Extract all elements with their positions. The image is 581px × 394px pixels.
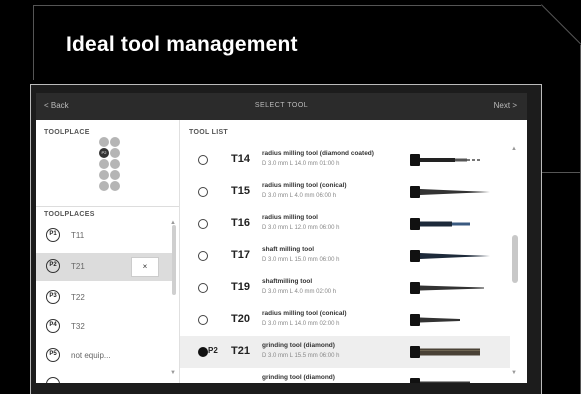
tool-image [410,250,490,262]
tool-radio[interactable] [198,219,208,229]
frame-line-left [33,5,34,80]
toolplace-badge: P4 [46,319,60,333]
toolplace-slot[interactable] [99,170,109,180]
toolplace-item[interactable]: P3 T22 [36,284,172,312]
screen-title: SELECT TOOL [254,102,309,109]
tool-name: grinding tool (diamond) [262,374,335,381]
toolplace-slot[interactable] [99,159,109,169]
tool-dimensions: D 3.0 mm L 14.0 mm 01:00 h [262,161,340,167]
toolplace-slot[interactable] [110,181,120,191]
left-panel: TOOLPLACE P2 TOOLPLACES P1 T11 P2 T21 × … [36,120,180,383]
divider [36,206,179,207]
toolplace-item[interactable]: P1 T11 [36,222,172,250]
toolplace-badge: P1 [46,228,60,242]
tool-name: radius milling tool (diamond coated) [262,150,374,157]
toolplace-value: not equip... [71,351,111,360]
tool-row[interactable]: T15 radius milling tool (conical) D 3.0 … [180,176,510,208]
toolplace-value: T32 [71,322,85,331]
toolplace-item-selected[interactable]: P2 T21 × [36,253,172,281]
tool-list-scrollbar[interactable] [512,235,518,283]
toolplace-slot[interactable] [99,181,109,191]
tool-id: T17 [231,249,250,261]
toolplace-item[interactable] [36,371,172,383]
scroll-down-icon[interactable]: ▼ [511,370,517,376]
tool-name: radius milling tool (conical) [262,182,347,189]
scroll-down-icon[interactable]: ▼ [170,370,176,376]
frame-line-diagonal [541,4,581,45]
tool-name: shaftmilling tool [262,278,313,285]
toolplace-slot[interactable] [110,137,120,147]
tool-id: T14 [231,153,250,165]
toolplace-slot[interactable] [110,159,120,169]
tool-position: P2 [208,346,218,355]
tool-dimensions: D 3.0 mm L 4.0 mm 06:00 h [262,193,337,199]
tool-name: radius milling tool (conical) [262,310,347,317]
tool-image [410,314,460,326]
tool-dimensions: D 3.0 mm L 15.0 mm 06:00 h [262,257,340,263]
top-bar: < Back SELECT TOOL Next > [36,93,527,120]
tool-id: T20 [231,313,250,325]
toolplace-slot[interactable] [110,170,120,180]
tool-name: shaft milling tool [262,246,314,253]
tool-list-label: TOOL LIST [189,129,228,136]
tool-row[interactable]: T14 radius milling tool (diamond coated)… [180,144,510,176]
tool-radio[interactable] [198,251,208,261]
toolplace-slot-active[interactable]: P2 [99,148,109,158]
tool-image [410,186,490,198]
tool-id: T21 [231,345,250,357]
toolplace-value: T22 [71,293,85,302]
toolplace-badge: P2 [46,259,60,273]
next-button[interactable]: Next > [494,101,517,110]
toolplace-slot[interactable] [110,148,120,158]
tool-id: T19 [231,281,250,293]
tool-name: grinding tool (diamond) [262,342,335,349]
tool-dimensions: D 3.0 mm L 4.0 mm 02:00 h [262,289,337,295]
toolplace-label: TOOLPLACE [44,129,90,136]
tool-row[interactable]: T17 shaft milling tool D 3.0 mm L 15.0 m… [180,240,510,272]
left-scrollbar[interactable] [172,225,176,295]
tool-row[interactable]: grinding tool (diamond) [180,368,510,383]
tool-image [410,154,480,166]
tool-image [410,346,480,358]
toolplaces-label: TOOLPLACES [44,211,95,218]
tool-radio[interactable] [198,283,208,293]
tool-radio-selected[interactable] [198,347,208,357]
tool-dimensions: D 3.0 mm L 14.0 mm 02:00 h [262,321,340,327]
content-area: TOOLPLACE P2 TOOLPLACES P1 T11 P2 T21 × … [36,120,527,383]
tool-image [410,218,470,230]
tool-radio[interactable] [198,187,208,197]
tool-id: T16 [231,217,250,229]
tool-radio[interactable] [198,155,208,165]
frame-line-top [33,5,541,6]
toolplace-badge [46,377,60,383]
scroll-up-icon[interactable]: ▲ [170,220,176,226]
tool-row[interactable]: T19 shaftmilling tool D 3.0 mm L 4.0 mm … [180,272,510,304]
toolplace-slot[interactable] [99,137,109,147]
toolplace-value: T11 [71,231,85,240]
tool-list-panel: TOOL LIST T14 radius milling tool (diamo… [180,120,527,383]
toolplace-value: T21 [71,262,85,271]
page-title: Ideal tool management [66,33,298,56]
tool-image [410,378,470,383]
remove-tool-button[interactable]: × [131,257,159,277]
tool-radio[interactable] [198,315,208,325]
toolplace-badge: P3 [46,290,60,304]
toolplace-item[interactable]: P5 not equip... [36,342,172,370]
toolplace-item[interactable]: P4 T32 [36,313,172,341]
tool-dimensions: D 3.0 mm L 12.0 mm 06:00 h [262,225,340,231]
tool-image [410,282,484,294]
scroll-up-icon[interactable]: ▲ [511,146,517,152]
tool-row[interactable]: T20 radius milling tool (conical) D 3.0 … [180,304,510,336]
tool-name: radius milling tool [262,214,318,221]
tool-dimensions: D 3.0 mm L 15.5 mm 06:00 h [262,353,340,359]
tool-row-selected[interactable]: P2 T21 grinding tool (diamond) D 3.0 mm … [180,336,510,368]
tool-row[interactable]: T16 radius milling tool D 3.0 mm L 12.0 … [180,208,510,240]
tool-id: T15 [231,185,250,197]
toolplace-badge: P5 [46,348,60,362]
